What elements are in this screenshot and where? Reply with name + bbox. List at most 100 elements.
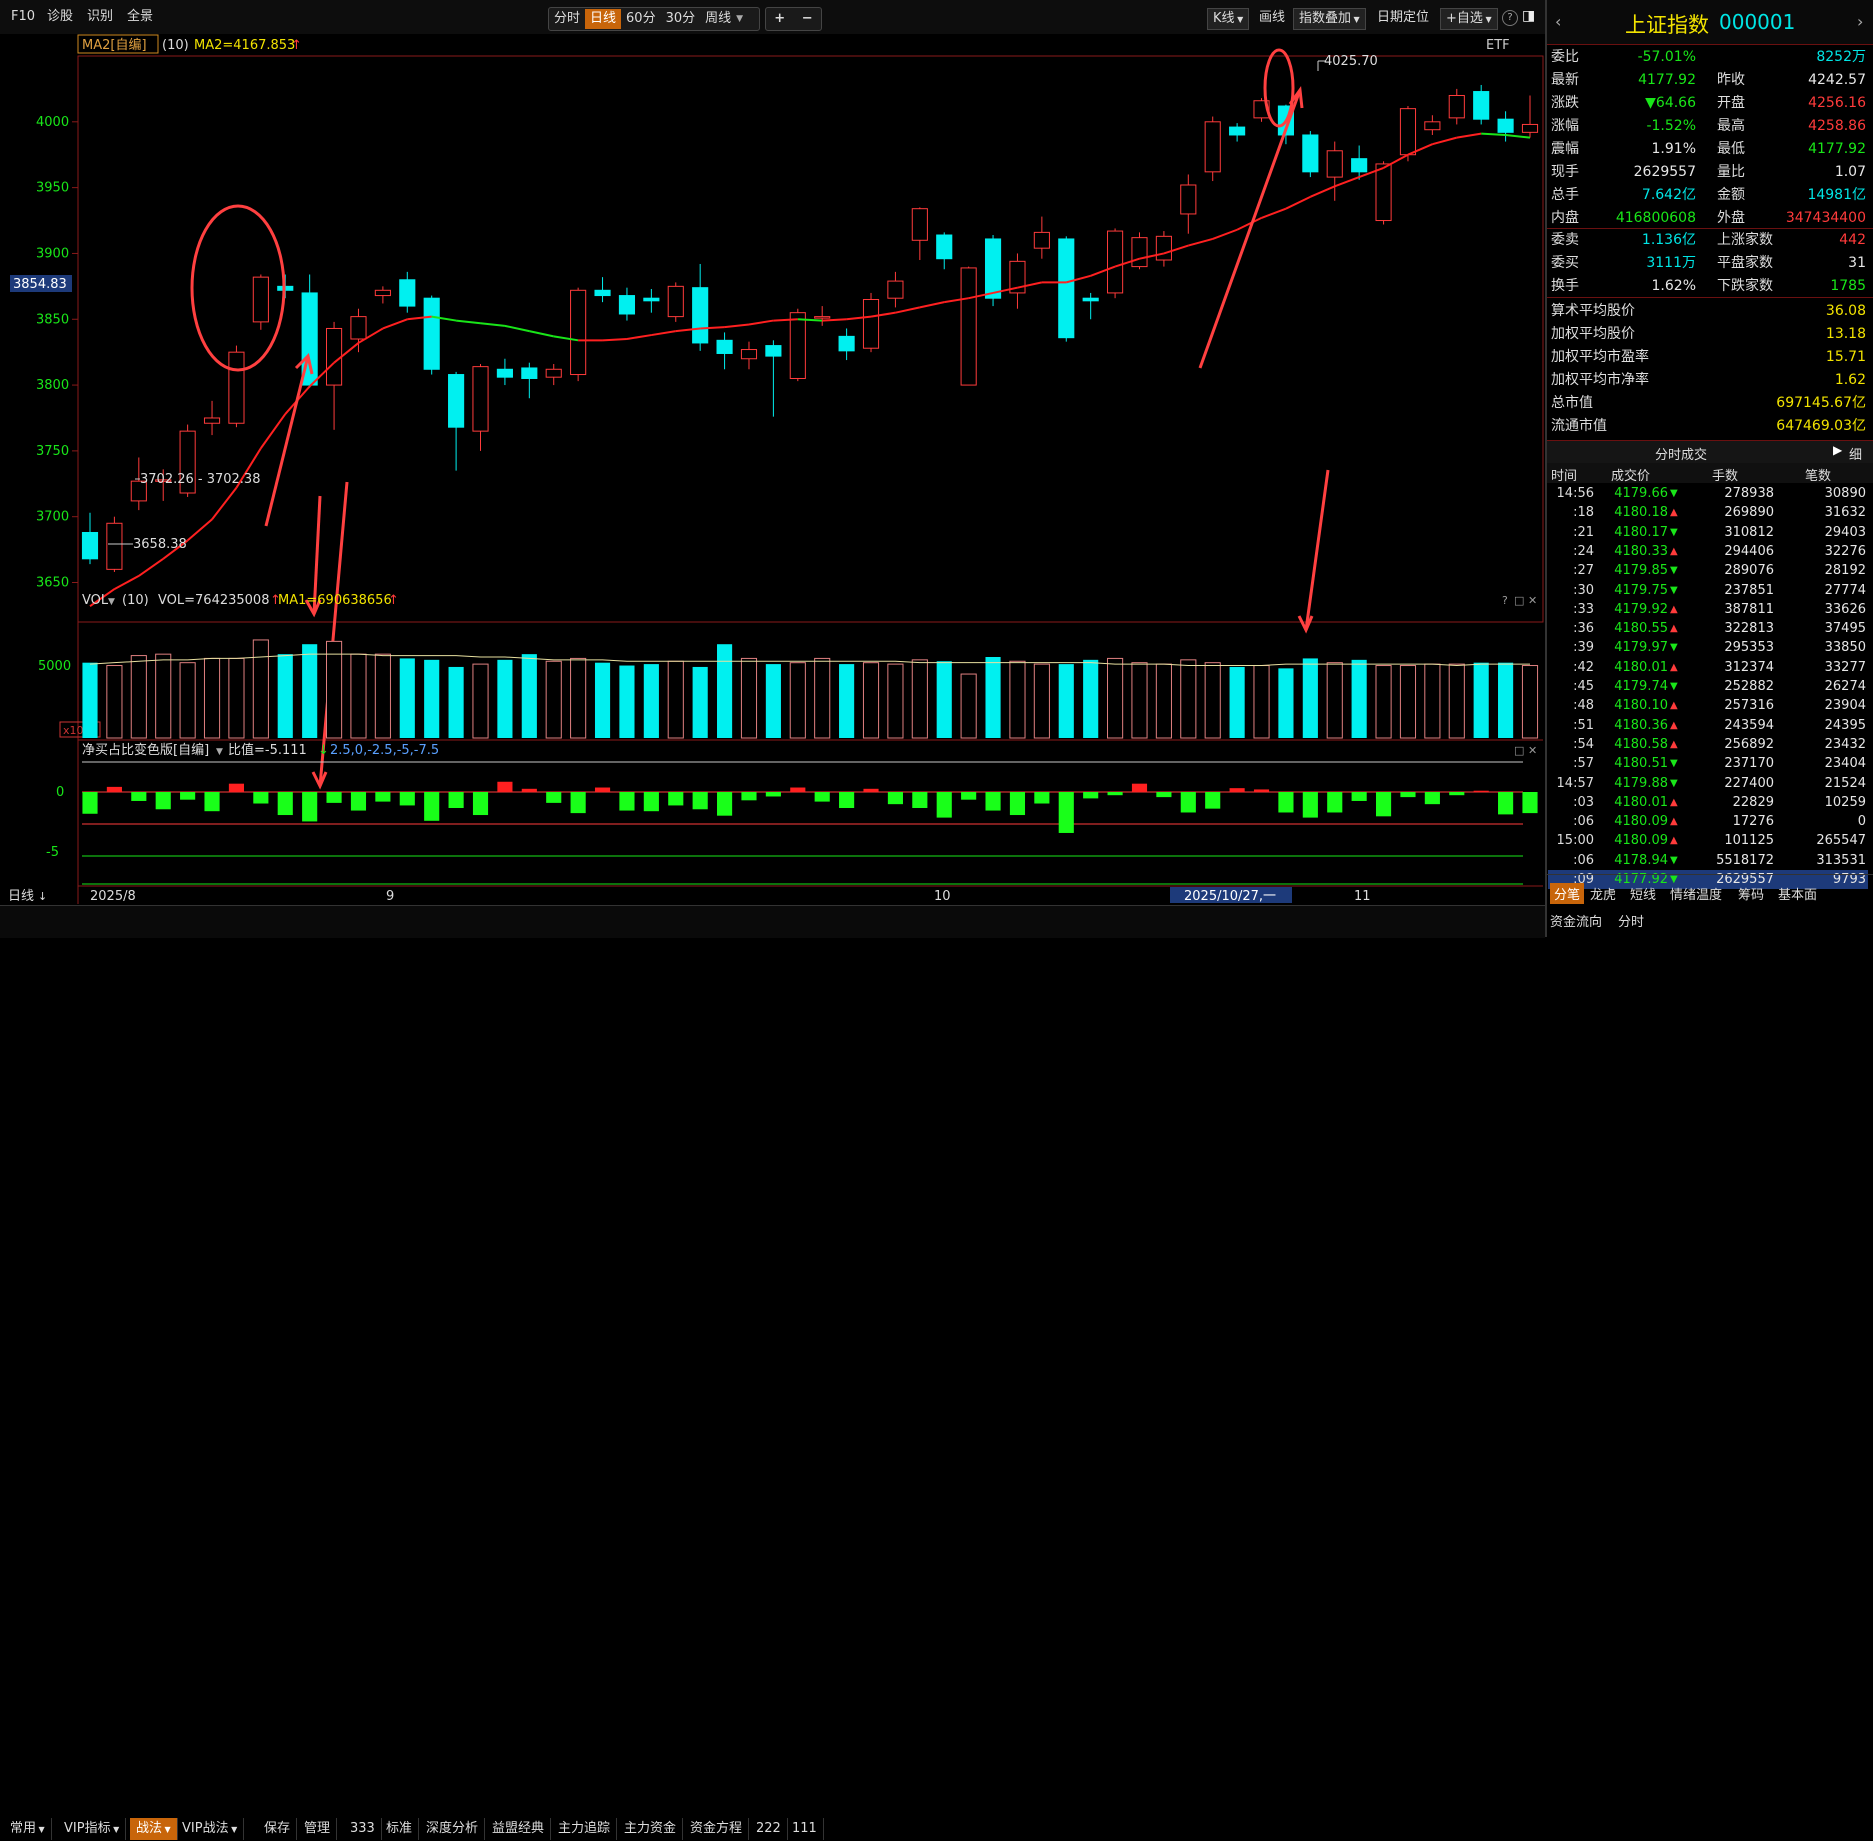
ma-segment — [1456, 132, 1482, 139]
close-icon[interactable]: ✕ — [1528, 594, 1537, 607]
bottom-tab-deep[interactable]: 深度分析 — [420, 1818, 486, 1840]
period-weekly[interactable]: 周线 — [700, 9, 736, 29]
tab-longhu[interactable]: 龙虎 — [1590, 884, 1616, 903]
next-stock-icon[interactable]: › — [1857, 12, 1863, 31]
q2-l1: 换手 — [1551, 278, 1579, 294]
tick-row[interactable]: :27 4179.85 ▼ 289076 28192 — [1548, 561, 1868, 580]
tab-chips[interactable]: 筹码 — [1738, 884, 1764, 903]
collapse-icon[interactable]: ◨ — [1522, 8, 1535, 24]
tab-duanxian[interactable]: 短线 — [1630, 884, 1656, 903]
bottom-tab-manage[interactable]: 管理 — [298, 1818, 338, 1840]
tick-row[interactable]: :30 4179.75 ▼ 237851 27774 — [1548, 581, 1868, 600]
index-overlay-button[interactable]: 指数叠加 ▼ — [1293, 8, 1366, 30]
candle-body — [350, 316, 367, 340]
tick-row[interactable]: :06 4178.94 ▼ 5518172 313531 — [1548, 851, 1868, 870]
tick-row[interactable]: :51 4180.36 ▲ 243594 24395 — [1548, 716, 1868, 735]
panel-help-icon[interactable]: ? — [1502, 594, 1508, 607]
diagnose-button[interactable]: 诊股 — [42, 7, 78, 27]
tick-row[interactable]: :54 4180.58 ▲ 256892 23432 — [1548, 735, 1868, 754]
tick-d: ▲ — [1670, 661, 1678, 673]
bottom-tab-vip-zhanfa[interactable]: VIP战法 ▼ — [176, 1818, 245, 1840]
bottom-tab-zhanfa[interactable]: 战法 ▼ — [130, 1818, 178, 1840]
kline-button[interactable]: K线 ▼ — [1207, 8, 1250, 30]
bottom-tab-333[interactable]: 333 — [344, 1818, 382, 1840]
bottom-tab-111[interactable]: 111 — [786, 1818, 824, 1840]
ma-segment — [822, 318, 847, 322]
candle — [374, 286, 391, 304]
period-60min[interactable]: 60分 — [621, 9, 661, 29]
tick-row[interactable]: :36 4180.55 ▲ 322813 37495 — [1548, 619, 1868, 638]
bottom-tab-equation[interactable]: 资金方程 — [684, 1818, 750, 1840]
net-ratio: 比值=-5.111 — [228, 742, 307, 758]
bottom-tab-funds[interactable]: 主力资金 — [618, 1818, 684, 1840]
tab-fenbi[interactable]: 分笔 — [1550, 883, 1585, 904]
identify-button[interactable]: 识别 — [82, 7, 118, 27]
net-name[interactable]: 净买占比变色版[自编] — [82, 742, 209, 758]
bottom-tab-222[interactable]: 222 — [750, 1818, 788, 1840]
tick-row[interactable]: :24 4180.33 ▲ 294406 32276 — [1548, 542, 1868, 561]
tick-p: 4179.88 — [1614, 775, 1668, 791]
tick-h: 252882 — [1724, 679, 1774, 694]
panorama-button[interactable]: 全景 — [122, 7, 158, 27]
tick-row[interactable]: :06 4180.09 ▲ 17276 0 — [1548, 812, 1868, 831]
ma-segment — [651, 330, 676, 337]
tab-fenshi[interactable]: 分时 — [1618, 911, 1644, 930]
top-toolbar: F10 诊股 识别 全景 分时 日线 60分 30分 周线 ▼ + − K线 ▼… — [0, 0, 1545, 34]
price-tick: 3950 — [36, 181, 69, 196]
tick-row[interactable]: :03 4180.01 ▲ 22829 10259 — [1548, 793, 1868, 812]
tick-row[interactable]: :33 4179.92 ▲ 387811 33626 — [1548, 600, 1868, 619]
f10-button[interactable]: F10 — [6, 7, 40, 27]
tick-t: :06 — [1573, 852, 1594, 868]
chevron-down-icon[interactable]: ▼ — [736, 14, 743, 24]
play-icon[interactable]: ▶ — [1833, 443, 1842, 457]
period-daily[interactable]: 日线 — [585, 9, 622, 29]
stat-row: 加权平均股价 13.18 — [1547, 323, 1872, 346]
date-period-label[interactable]: 日线 — [8, 889, 34, 904]
q2-row: 委买 3111万 平盘家数 31 — [1547, 252, 1872, 275]
tick-h: 101125 — [1724, 833, 1774, 849]
zoom-in-button[interactable]: + — [769, 9, 790, 29]
ticks-detail-button[interactable]: 细 — [1849, 444, 1862, 463]
tick-row[interactable]: :18 4180.18 ▲ 269890 31632 — [1548, 503, 1868, 522]
tab-emotion[interactable]: 情绪温度 — [1670, 884, 1722, 903]
q1-l2: 金额 — [1717, 187, 1745, 203]
ma-segment — [1481, 132, 1506, 136]
bottom-tab-track[interactable]: 主力追踪 — [552, 1818, 618, 1840]
tick-row[interactable]: :39 4179.97 ▼ 295353 33850 — [1548, 638, 1868, 657]
candle-body — [448, 374, 465, 428]
zoom-out-button[interactable]: − — [797, 9, 818, 29]
tab-fundflow[interactable]: 资金流向 — [1550, 911, 1602, 930]
date-locate-button[interactable]: 日期定位 — [1372, 8, 1434, 28]
close-icon[interactable]: ✕ — [1528, 744, 1537, 757]
tick-row[interactable]: 14:57 4179.88 ▼ 227400 21524 — [1548, 774, 1868, 793]
prev-stock-icon[interactable]: ‹ — [1555, 12, 1561, 31]
q1-row: 内盘 416800608 外盘 347434400 — [1547, 207, 1872, 230]
tick-row[interactable]: :48 4180.10 ▲ 257316 23904 — [1548, 696, 1868, 715]
bottom-tab-common[interactable]: 常用 ▼ — [4, 1818, 52, 1840]
tick-row[interactable]: :21 4180.17 ▼ 310812 29403 — [1548, 523, 1868, 542]
tick-row[interactable]: :42 4180.01 ▲ 312374 33277 — [1548, 658, 1868, 677]
draw-line-button[interactable]: 画线 — [1254, 8, 1290, 28]
tab-fundamentals[interactable]: 基本面 — [1778, 884, 1817, 903]
volume-bar — [960, 673, 977, 739]
bottom-tab-standard[interactable]: 标准 — [380, 1818, 420, 1840]
etf-label[interactable]: ETF — [1486, 38, 1510, 53]
bottom-tab-save[interactable]: 保存 — [258, 1818, 298, 1840]
tick-row[interactable]: 15:00 4180.09 ▲ 101125 265547 — [1548, 831, 1868, 850]
vol-name[interactable]: VOL — [82, 593, 109, 608]
panel-max-icon[interactable]: □ — [1514, 594, 1524, 607]
tick-row[interactable]: 14:56 4179.66 ▼ 278938 30890 — [1548, 484, 1868, 503]
period-fenshi[interactable]: 分时 — [549, 9, 585, 29]
tick-row[interactable]: :57 4180.51 ▼ 237170 23404 — [1548, 754, 1868, 773]
q2-l2: 下跌家数 — [1717, 278, 1773, 294]
panel-max-icon[interactable]: □ — [1514, 744, 1524, 757]
period-30min[interactable]: 30分 — [661, 9, 701, 29]
bottom-tab-classic[interactable]: 益盟经典 — [486, 1818, 552, 1840]
date-axis: 日线 ↓ 2025/8 9 10 11 2025/10/27,一 — [8, 887, 1371, 904]
bottom-tab-vip-indicator[interactable]: VIP指标 ▼ — [58, 1818, 127, 1840]
add-watchlist-button[interactable]: +自选 ▼ — [1440, 8, 1498, 30]
help-icon[interactable]: ? — [1502, 10, 1518, 26]
tick-row[interactable]: :45 4179.74 ▼ 252882 26274 — [1548, 677, 1868, 696]
chart-area[interactable]: MA2[自编] (10) MA2=4167.853 ↑ ETF 4000 3950… — [0, 34, 1545, 904]
net-ratio-bar — [106, 786, 122, 792]
